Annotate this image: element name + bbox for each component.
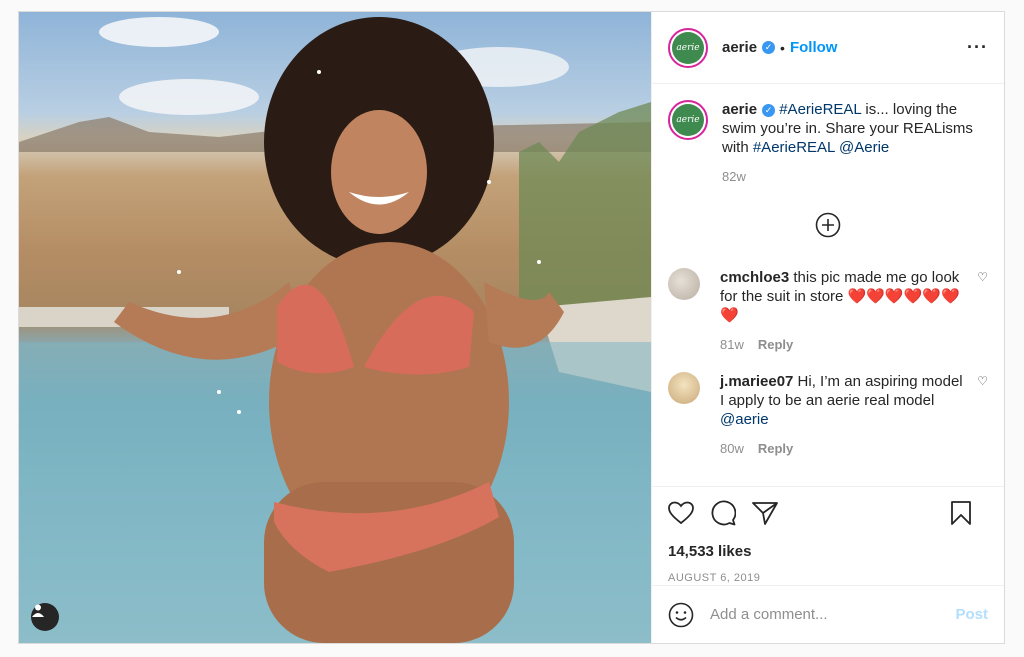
separator-dot: • — [780, 39, 785, 56]
post-comment-button[interactable]: Post — [955, 606, 988, 623]
follow-button[interactable]: Follow — [790, 39, 838, 56]
load-more-comments-icon[interactable] — [668, 212, 988, 238]
comments-section: aerie aerie ✓ #AerieREAL is... loving the… — [652, 84, 1004, 486]
comment-time: 80w — [720, 441, 744, 456]
add-comment-input[interactable] — [710, 606, 956, 623]
comment-text: j.mariee07 Hi, I’m an aspiring model I a… — [720, 373, 963, 428]
reply-button[interactable]: Reply — [758, 441, 793, 456]
comment-text: cmchloe3 this pic made me go look for th… — [720, 269, 960, 324]
photo-illustration — [19, 17, 651, 643]
comment-username[interactable]: cmchloe3 — [720, 269, 789, 286]
mention-link[interactable]: @aerie — [720, 411, 769, 428]
add-comment-bar: Post — [652, 585, 1004, 643]
post-photo[interactable] — [19, 12, 651, 643]
post-caption: aerie aerie ✓ #AerieREAL is... loving the… — [668, 100, 988, 184]
share-paper-plane-icon[interactable] — [752, 501, 778, 525]
commenter-avatar[interactable] — [668, 268, 700, 300]
account-username[interactable]: aerie — [722, 39, 757, 56]
post-actions: 14,533 likes AUGUST 6, 2019 — [652, 486, 1004, 585]
instagram-post: aerie aerie ✓ • Follow ··· aerie aerie ✓ … — [18, 11, 1005, 644]
comment-item: j.mariee07 Hi, I’m an aspiring model I a… — [668, 372, 988, 456]
caption-text: aerie ✓ #AerieREAL is... loving the swim … — [722, 101, 973, 156]
post-date: AUGUST 6, 2019 — [668, 572, 761, 584]
like-heart-icon[interactable] — [668, 501, 694, 525]
post-side-panel: aerie aerie ✓ • Follow ··· aerie aerie ✓ … — [651, 12, 1004, 643]
verified-badge-icon: ✓ — [762, 41, 776, 54]
verified-badge-icon: ✓ — [762, 103, 776, 117]
user-tag-icon[interactable] — [31, 603, 59, 631]
caption-avatar[interactable]: aerie — [668, 100, 708, 140]
account-avatar[interactable]: aerie — [668, 27, 708, 68]
likes-count[interactable]: 14,533 likes — [668, 543, 988, 560]
hashtag-link[interactable]: #AerieREAL — [753, 139, 835, 156]
like-comment-heart-icon[interactable]: ♡ — [977, 270, 988, 284]
mention-link[interactable]: @Aerie — [839, 139, 889, 156]
more-options-icon[interactable]: ··· — [967, 37, 988, 58]
hashtag-link[interactable]: #AerieREAL — [779, 101, 861, 118]
like-comment-heart-icon[interactable]: ♡ — [977, 374, 988, 388]
post-header: aerie aerie ✓ • Follow ··· — [652, 12, 1004, 84]
commenter-avatar[interactable] — [668, 372, 700, 404]
caption-time: 82w — [722, 169, 746, 184]
comment-bubble-icon[interactable] — [710, 500, 736, 526]
comment-time: 81w — [720, 337, 744, 352]
comment-item: cmchloe3 this pic made me go look for th… — [668, 268, 988, 352]
reply-button[interactable]: Reply — [758, 337, 793, 352]
emoji-icon[interactable] — [668, 602, 694, 628]
save-bookmark-icon[interactable] — [950, 500, 972, 526]
comment-username[interactable]: j.mariee07 — [720, 373, 793, 390]
caption-username[interactable]: aerie — [722, 101, 757, 118]
